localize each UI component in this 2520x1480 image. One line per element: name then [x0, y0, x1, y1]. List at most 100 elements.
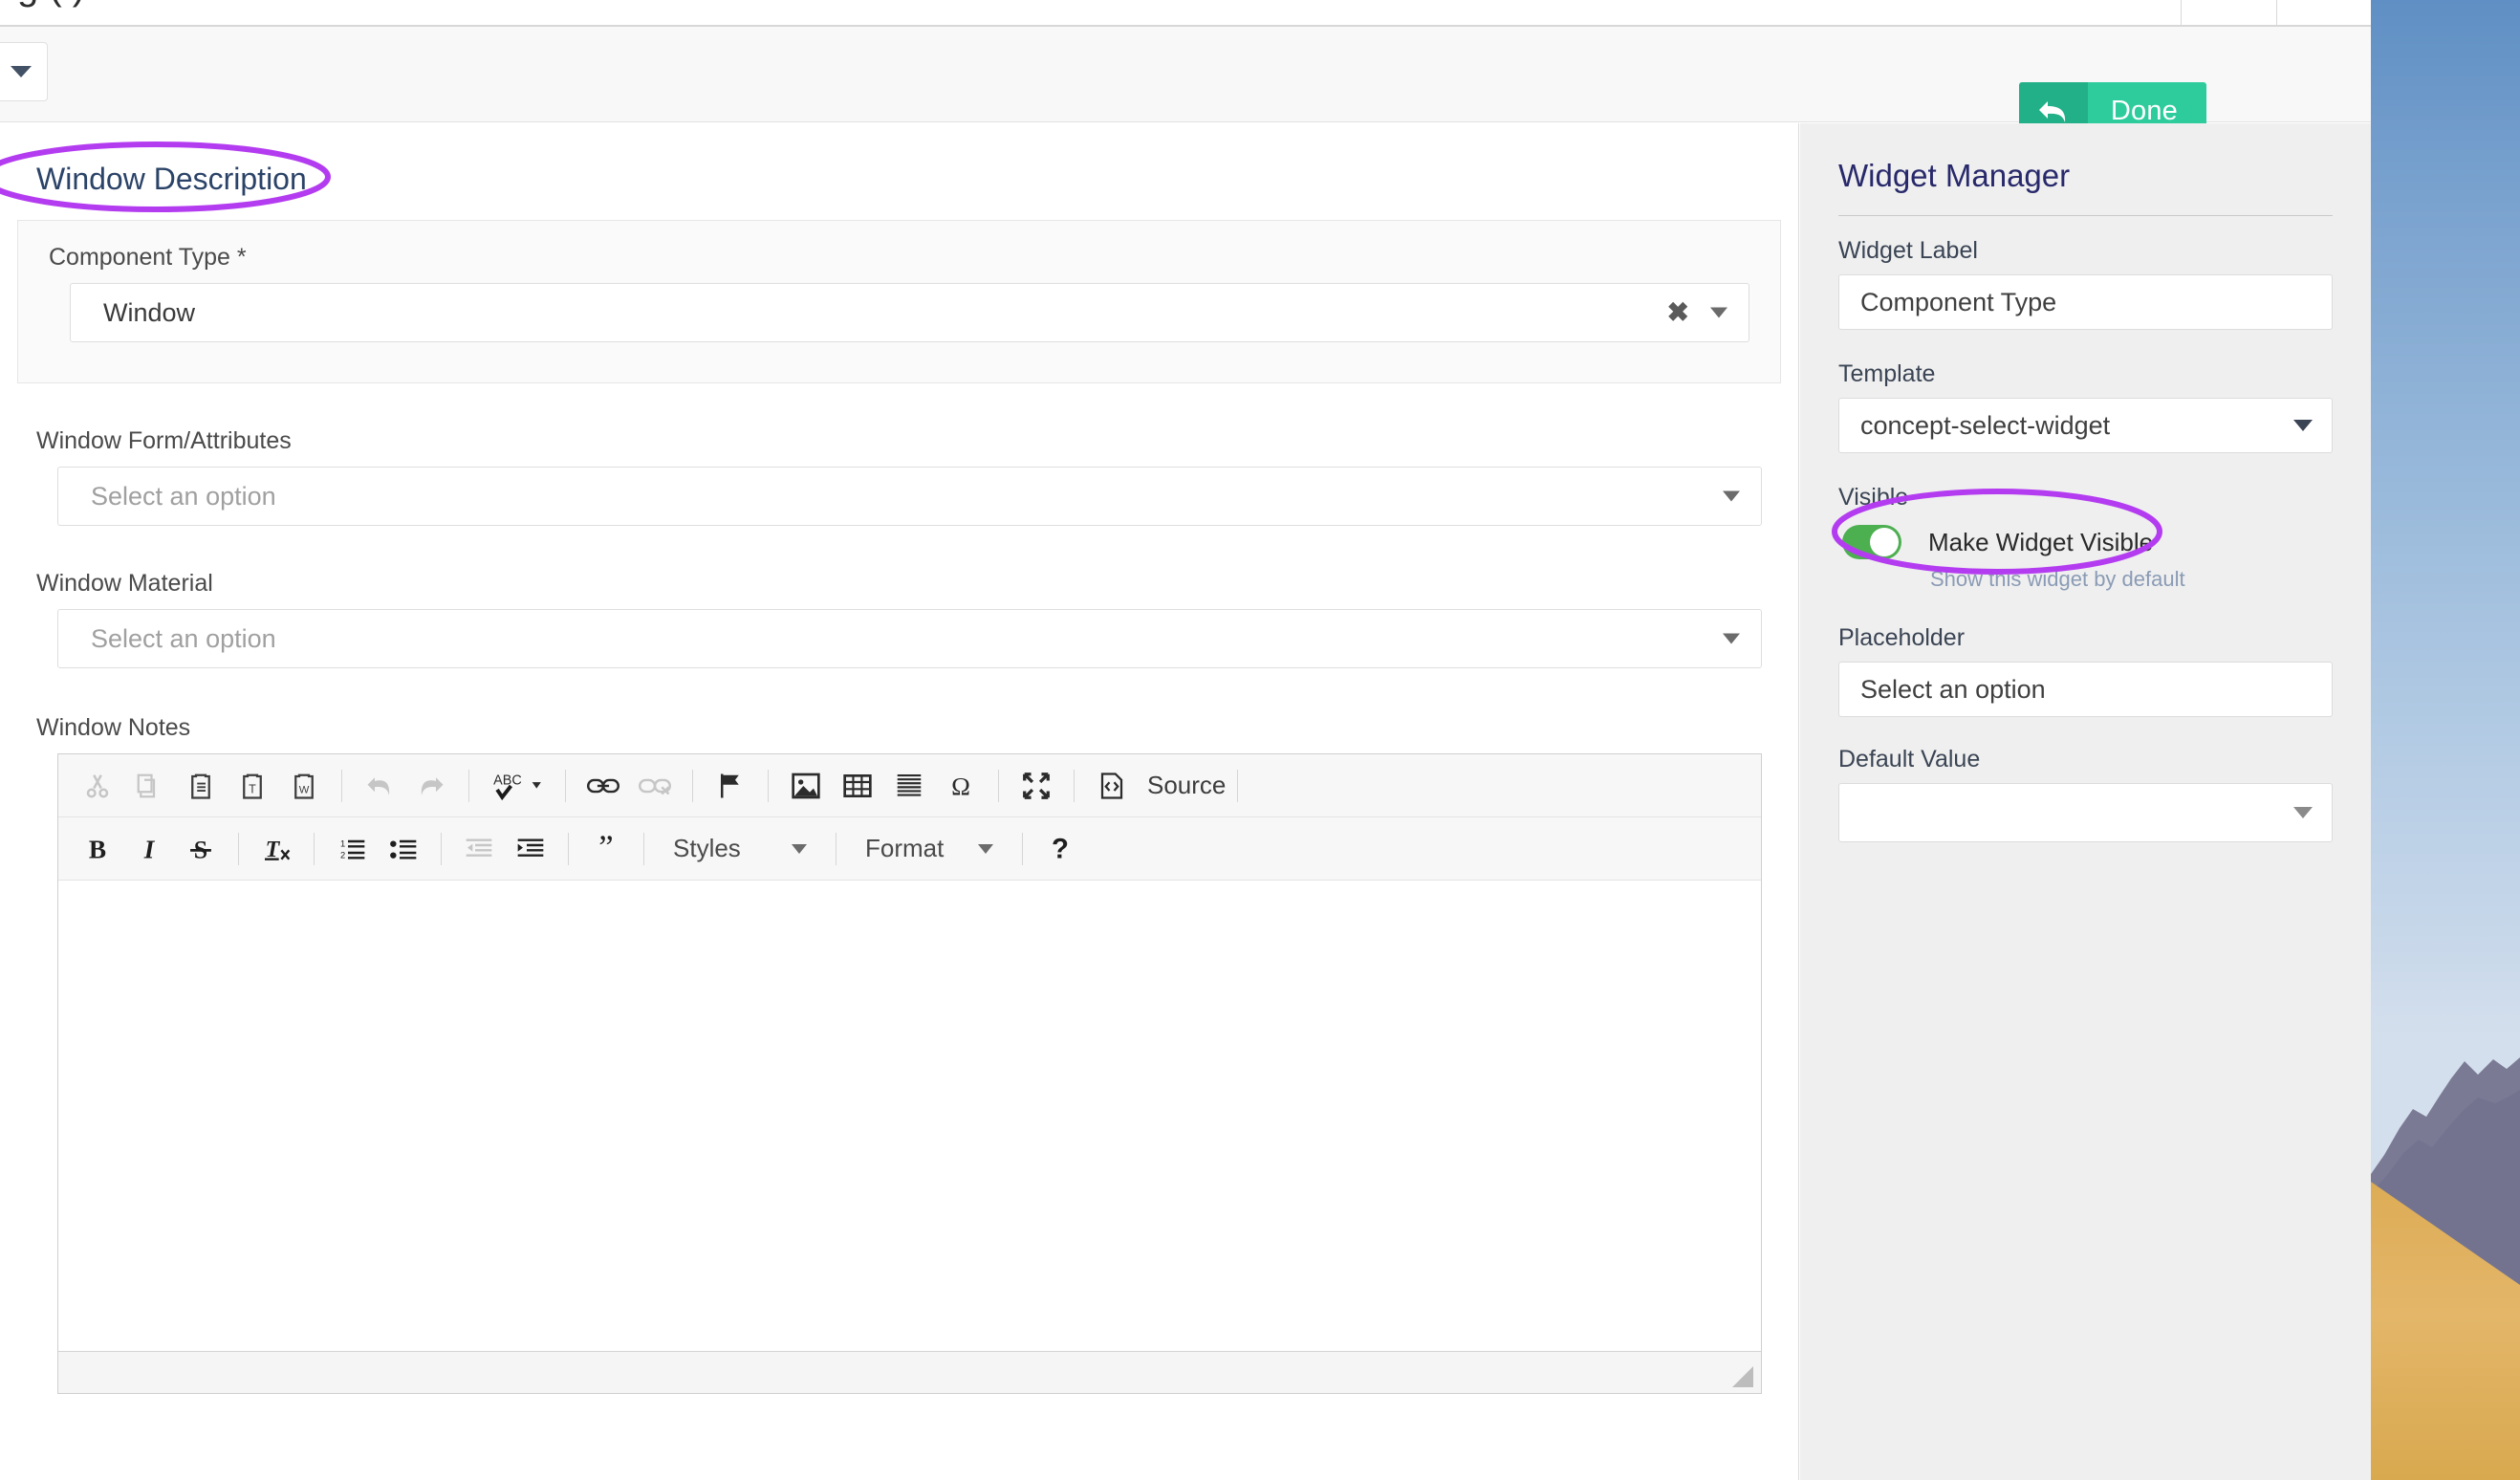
action-toolbar: Done: [0, 27, 2371, 141]
default-value-select[interactable]: [1838, 783, 2333, 842]
header-divider-1: [2181, 0, 2182, 25]
page-title: Window Description: [36, 162, 307, 196]
toolbar-separator: [692, 769, 693, 802]
image-icon[interactable]: [783, 763, 829, 809]
table-icon[interactable]: [835, 763, 880, 809]
resize-handle-icon[interactable]: [1732, 1366, 1753, 1387]
unlink-icon[interactable]: [632, 763, 678, 809]
anchor-flag-icon[interactable]: [707, 763, 753, 809]
window-form-attributes-label: Window Form/Attributes: [36, 427, 292, 454]
widget-label-caption: Widget Label: [1838, 237, 1978, 264]
format-dropdown[interactable]: Format: [848, 826, 1010, 872]
copy-icon[interactable]: [126, 763, 172, 809]
blockquote-icon[interactable]: ”: [583, 826, 629, 872]
widget-manager-divider: [1838, 215, 2333, 216]
indent-icon[interactable]: [508, 826, 554, 872]
format-dropdown-label: Format: [865, 834, 945, 862]
styles-dropdown[interactable]: Styles: [656, 826, 824, 872]
editor-content-area[interactable]: [58, 881, 1761, 1351]
chevron-down-icon[interactable]: [1723, 633, 1740, 644]
template-caption: Template: [1838, 360, 1936, 387]
paste-from-word-icon[interactable]: W: [281, 763, 327, 809]
placeholder-value: Select an option: [1860, 674, 2046, 704]
help-icon[interactable]: ?: [1037, 826, 1083, 872]
svg-text:”: ”: [598, 835, 613, 863]
toolbar-separator: [441, 832, 442, 865]
svg-text:W: W: [299, 784, 310, 795]
editor-toolbar-row-1: T W ABC Ω Source: [58, 754, 1761, 817]
maximize-icon[interactable]: [1013, 763, 1059, 809]
chevron-down-icon: [792, 843, 807, 854]
make-widget-visible-toggle[interactable]: [1842, 525, 1901, 559]
rich-text-editor: T W ABC Ω Source B I T 1 2 ” Styles Form…: [57, 753, 1762, 1394]
widget-label-input[interactable]: Component Type: [1838, 274, 2333, 330]
visible-toggle-help: Show this widget by default: [1930, 567, 2185, 591]
toolbar-separator: [568, 832, 569, 865]
editor-toolbar-row-2: B I S T 12: [58, 817, 1761, 881]
chevron-down-icon[interactable]: [1710, 307, 1727, 318]
window-material-field: Window Material Select an option: [36, 570, 1762, 668]
window-top-strip: g ( ): [0, 0, 2371, 27]
chevron-down-icon[interactable]: [1723, 490, 1740, 502]
special-character-icon[interactable]: Ω: [938, 763, 984, 809]
window-material-select[interactable]: Select an option: [57, 609, 1762, 668]
template-value: concept-select-widget: [1860, 410, 2111, 440]
styles-dropdown-label: Styles: [673, 834, 741, 862]
toolbar-separator: [768, 769, 769, 802]
template-select[interactable]: concept-select-widget: [1838, 398, 2333, 453]
application-window: g ( ) Done Window Description: [0, 0, 2371, 1480]
source-button-label[interactable]: Source: [1147, 771, 1226, 800]
chevron-down-icon: [2293, 420, 2313, 431]
default-value-caption: Default Value: [1838, 746, 1981, 773]
horizontal-rule-icon[interactable]: [886, 763, 932, 809]
widget-manager-title: Widget Manager: [1838, 158, 2071, 193]
visible-toggle-label: Make Widget Visible: [1928, 527, 2154, 556]
remove-format-icon[interactable]: T: [253, 826, 299, 872]
component-type-select[interactable]: Window ✖: [70, 283, 1749, 342]
toolbar-separator: [238, 832, 239, 865]
toolbar-separator: [1074, 769, 1075, 802]
svg-text:2: 2: [340, 850, 345, 860]
toolbar-separator: [643, 832, 644, 865]
sand-dune-image: [2371, 1182, 2520, 1480]
numbered-list-icon[interactable]: 12: [329, 826, 375, 872]
outdent-icon[interactable]: [456, 826, 502, 872]
widget-label-value: Component Type: [1860, 287, 2057, 316]
window-form-attributes-placeholder: Select an option: [91, 481, 276, 511]
cut-icon[interactable]: [75, 763, 120, 809]
clear-icon[interactable]: ✖: [1667, 299, 1689, 326]
svg-text:I: I: [143, 835, 156, 862]
visible-caption: Visible: [1838, 484, 1909, 511]
link-icon[interactable]: [580, 763, 626, 809]
undo-icon[interactable]: [357, 763, 402, 809]
window-form-attributes-field: Window Form/Attributes Select an option: [36, 427, 1762, 526]
window-form-attributes-select[interactable]: Select an option: [57, 467, 1762, 526]
chevron-down-icon: [2293, 807, 2313, 818]
toolbar-separator: [341, 769, 342, 802]
header-divider-2: [2276, 0, 2277, 25]
editor-footer: [58, 1351, 1761, 1393]
italic-icon[interactable]: I: [126, 826, 172, 872]
strikethrough-icon[interactable]: S: [178, 826, 224, 872]
placeholder-input[interactable]: Select an option: [1838, 662, 2333, 717]
bold-icon[interactable]: B: [75, 826, 120, 872]
redo-icon[interactable]: [408, 763, 454, 809]
desktop-wallpaper: [2371, 0, 2520, 1480]
chevron-down-icon: [11, 66, 32, 77]
window-material-placeholder: Select an option: [91, 623, 276, 653]
component-type-label-text: Component Type: [49, 244, 230, 271]
spell-check-icon[interactable]: ABC: [484, 763, 551, 809]
component-type-label: Component Type *: [49, 244, 1749, 272]
source-icon[interactable]: [1089, 763, 1135, 809]
svg-text:1: 1: [340, 838, 345, 848]
component-type-value: Window: [103, 297, 196, 327]
view-dropdown-button[interactable]: [0, 42, 48, 101]
undo-arrow-glyph: [2038, 100, 2065, 122]
window-notes-label: Window Notes: [36, 714, 191, 741]
toolbar-separator: [1237, 769, 1239, 802]
toolbar-separator: [565, 769, 566, 802]
page-heading-clipped: g ( ): [17, 0, 85, 9]
bulleted-list-icon[interactable]: [380, 826, 426, 872]
paste-as-plain-text-icon[interactable]: T: [229, 763, 275, 809]
paste-icon[interactable]: [178, 763, 224, 809]
